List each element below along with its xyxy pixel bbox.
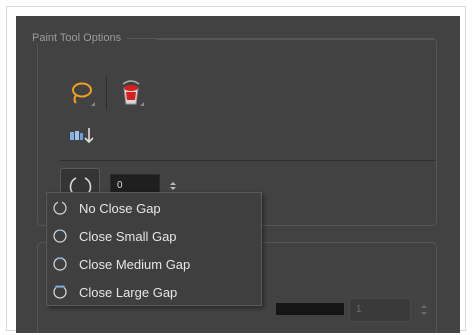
paint-bucket-submenu-indicator (140, 102, 144, 106)
menu-item-close-medium-gap[interactable]: Close Medium Gap (47, 250, 261, 278)
menu-item-label: No Close Gap (79, 200, 161, 216)
menu-item-no-close-gap[interactable]: No Close Gap (47, 194, 261, 222)
menu-item-close-large-gap[interactable]: Close Large Gap (47, 278, 261, 306)
close-gap-dropdown-menu: No Close Gap Close Small Gap Close Mediu… (46, 192, 262, 306)
lower-value-field[interactable]: 1 (349, 298, 411, 322)
toolbar-separator (106, 76, 107, 110)
no-close-gap-icon (53, 201, 67, 215)
flatten-icon (70, 128, 94, 144)
close-gap-spinner[interactable] (168, 179, 178, 193)
lower-value-spinner[interactable] (419, 302, 429, 318)
panel-title: Paint Tool Options (32, 32, 127, 44)
paint-bucket-button[interactable] (116, 78, 146, 108)
flatten-button[interactable] (67, 122, 97, 152)
options-separator (60, 160, 435, 161)
title-divider (156, 39, 434, 40)
close-medium-gap-icon (53, 257, 67, 271)
close-small-gap-icon (53, 229, 67, 243)
menu-item-label: Close Large Gap (79, 284, 178, 300)
lasso-submenu-indicator (91, 102, 95, 106)
lasso-button[interactable] (67, 78, 97, 108)
close-large-gap-icon (53, 285, 67, 299)
menu-item-label: Close Small Gap (79, 228, 177, 244)
menu-item-close-small-gap[interactable]: Close Small Gap (47, 222, 261, 250)
size-slider-track[interactable] (276, 303, 344, 315)
menu-item-label: Close Medium Gap (79, 256, 191, 272)
